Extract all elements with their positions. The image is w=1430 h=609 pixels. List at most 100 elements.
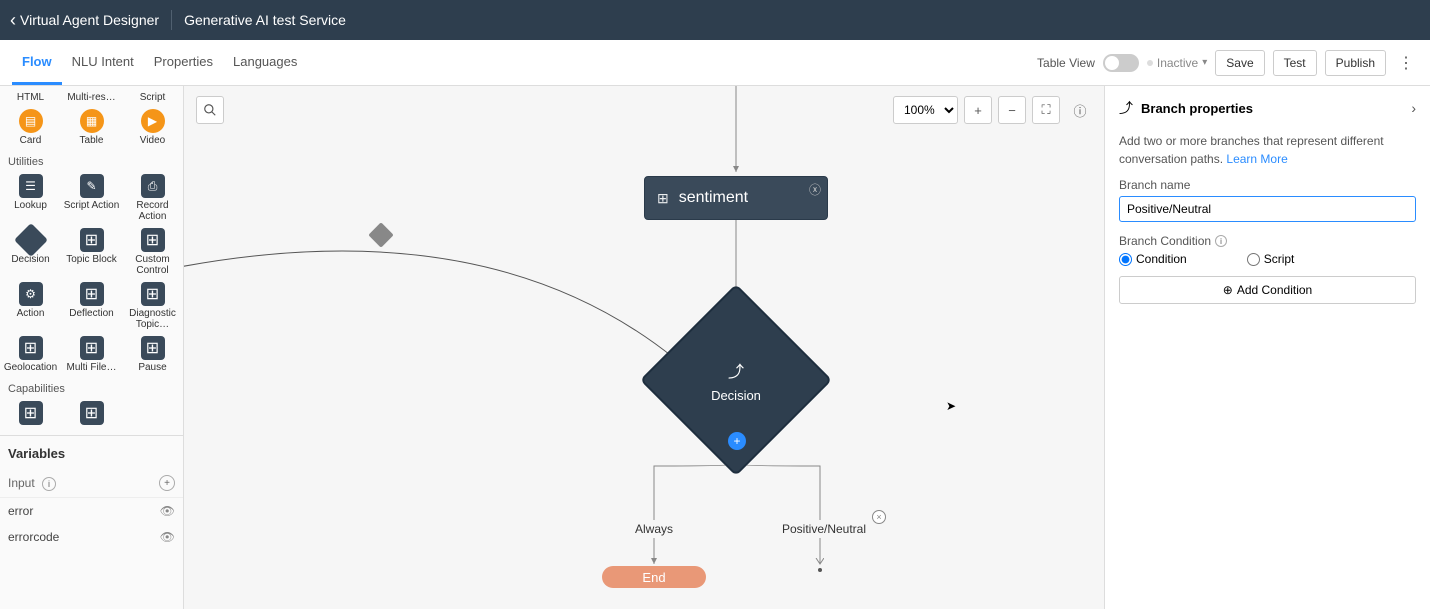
palette-geolocation[interactable]: Geolocation xyxy=(2,334,60,375)
branch-always-label[interactable]: Always xyxy=(624,522,684,536)
fullscreen-button[interactable]: ⛶ xyxy=(1032,96,1060,124)
variables-input-group: Input i + xyxy=(0,469,183,498)
info-icon[interactable]: i xyxy=(1215,235,1227,247)
branch-condition-label: Branch Condition i xyxy=(1119,234,1416,248)
palette-multi-res[interactable]: Multi-res… xyxy=(63,90,121,105)
tab-properties[interactable]: Properties xyxy=(144,40,223,85)
table-icon: ▦ xyxy=(80,109,104,133)
radio-condition[interactable]: Condition xyxy=(1119,252,1187,266)
zoom-in-button[interactable]: + xyxy=(964,96,992,124)
decision-icon xyxy=(14,223,48,257)
palette-script-action[interactable]: ✎Script Action xyxy=(63,172,121,224)
status-text: Inactive xyxy=(1157,56,1198,70)
diagnostic-icon xyxy=(141,282,165,306)
deflection-icon xyxy=(80,282,104,306)
add-branch-button[interactable]: + xyxy=(728,432,746,450)
variables-header: Variables xyxy=(0,436,183,469)
palette-diagnostic-topic[interactable]: Diagnostic Topic… xyxy=(124,280,182,332)
tab-flow[interactable]: Flow xyxy=(12,40,62,85)
record-action-icon: ⎙ xyxy=(141,174,165,198)
table-view-label: Table View xyxy=(1037,56,1095,70)
flow-canvas[interactable]: 100% + − ⛶ ⓘ xyxy=(184,86,1104,609)
table-view-toggle[interactable] xyxy=(1103,54,1139,72)
chevron-right-icon[interactable]: › xyxy=(1411,100,1416,116)
custom-control-icon xyxy=(141,228,165,252)
variable-name: errorcode xyxy=(8,530,59,544)
cap1-icon xyxy=(19,401,43,425)
palette-multi-file[interactable]: Multi File… xyxy=(63,334,121,375)
node-sentiment-label: sentiment xyxy=(679,189,748,207)
status-dot-icon xyxy=(1147,60,1153,66)
node-end[interactable]: End xyxy=(602,566,706,588)
properties-panel: ⤴ Branch properties › Add two or more br… xyxy=(1104,86,1430,609)
input-label: Input xyxy=(8,476,35,490)
palette-decision[interactable]: Decision xyxy=(2,226,60,278)
cursor-icon: ➤ xyxy=(946,399,956,413)
cap2-icon xyxy=(80,401,104,425)
branch-name-input[interactable] xyxy=(1119,196,1416,222)
palette-cap-2[interactable] xyxy=(63,399,121,429)
more-icon[interactable]: ⋮ xyxy=(1394,53,1418,73)
branch-positive-label[interactable]: Positive/Neutral × xyxy=(774,522,874,536)
card-icon: ▤ xyxy=(19,109,43,133)
canvas-info-button[interactable]: ⓘ xyxy=(1066,96,1094,124)
add-input-variable-button[interactable]: + xyxy=(159,475,175,491)
variable-error[interactable]: error 👁 xyxy=(0,498,183,524)
palette-action[interactable]: ⚙Action xyxy=(2,280,60,332)
palette-topic-block[interactable]: Topic Block xyxy=(63,226,121,278)
tab-languages[interactable]: Languages xyxy=(223,40,307,85)
video-icon: ▶ xyxy=(141,109,165,133)
node-decision[interactable]: ⤴ Decision xyxy=(668,312,804,448)
branch-icon: ⤴ xyxy=(728,358,744,382)
palette-card[interactable]: ▤Card xyxy=(2,107,60,148)
eye-icon[interactable]: 👁 xyxy=(160,504,175,518)
info-icon[interactable]: i xyxy=(42,477,56,491)
learn-more-link[interactable]: Learn More xyxy=(1226,152,1287,166)
test-button[interactable]: Test xyxy=(1273,50,1317,76)
radio-script[interactable]: Script xyxy=(1247,252,1295,266)
palette-pause[interactable]: Pause xyxy=(124,334,182,375)
app-title: Virtual Agent Designer xyxy=(20,12,159,28)
lookup-icon: ☰ xyxy=(19,174,43,198)
capabilities-label: Capabilities xyxy=(0,377,183,399)
palette-cap-1[interactable] xyxy=(2,399,60,429)
canvas-search-button[interactable] xyxy=(196,96,224,124)
action-icon: ⚙ xyxy=(19,282,43,306)
pause-icon xyxy=(141,336,165,360)
variable-name: error xyxy=(8,504,33,518)
multi-file-icon xyxy=(80,336,104,360)
palette-lookup[interactable]: ☰Lookup xyxy=(2,172,60,224)
tab-nlu-intent[interactable]: NLU Intent xyxy=(62,40,144,85)
palette-table[interactable]: ▦Table xyxy=(63,107,121,148)
topic-block-icon xyxy=(80,228,104,252)
publish-button[interactable]: Publish xyxy=(1325,50,1386,76)
zoom-select[interactable]: 100% xyxy=(893,96,958,124)
delete-branch-icon[interactable]: × xyxy=(872,510,886,524)
zoom-out-button[interactable]: − xyxy=(998,96,1026,124)
delete-node-icon[interactable]: ⓧ xyxy=(809,181,821,198)
save-button[interactable]: Save xyxy=(1215,50,1264,76)
palette-html[interactable]: HTML xyxy=(2,90,60,105)
panel-title: Branch properties xyxy=(1141,101,1403,116)
eye-icon[interactable]: 👁 xyxy=(160,530,175,544)
palette-script[interactable]: Script xyxy=(124,90,182,105)
palette-record-action[interactable]: ⎙Record Action xyxy=(124,172,182,224)
script-action-icon: ✎ xyxy=(80,174,104,198)
branch-name-label: Branch name xyxy=(1119,178,1416,192)
variable-errorcode[interactable]: errorcode 👁 xyxy=(0,524,183,550)
add-icon: ⊕ xyxy=(1223,283,1233,297)
dragging-decision-node[interactable] xyxy=(368,222,393,247)
service-title: Generative AI test Service xyxy=(184,12,346,28)
utilities-label: Utilities xyxy=(0,150,183,172)
search-icon xyxy=(203,103,217,117)
node-sentiment[interactable]: ⊞ sentiment ⓧ xyxy=(644,176,828,220)
divider xyxy=(171,10,172,30)
status-dropdown[interactable]: Inactive ▾ xyxy=(1147,56,1207,70)
palette-video[interactable]: ▶Video xyxy=(124,107,182,148)
palette-custom-control[interactable]: Custom Control xyxy=(124,226,182,278)
grid-icon: ⊞ xyxy=(657,190,669,207)
back-icon[interactable]: ‹ xyxy=(10,10,16,31)
add-condition-button[interactable]: ⊕ Add Condition xyxy=(1119,276,1416,304)
branch-positive-text: Positive/Neutral xyxy=(782,522,866,536)
palette-deflection[interactable]: Deflection xyxy=(63,280,121,332)
